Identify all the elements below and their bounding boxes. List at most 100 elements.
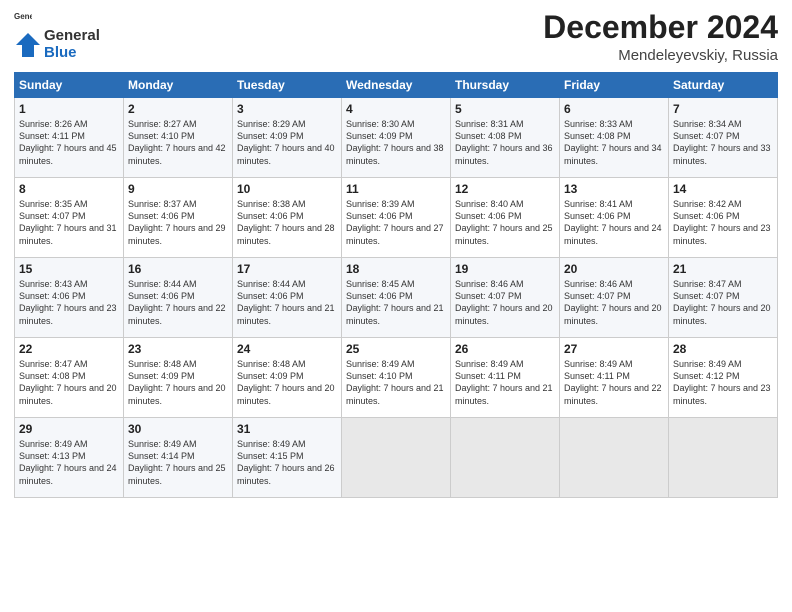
cell-info: Sunrise: 8:41 AMSunset: 4:06 PMDaylight:… [564, 199, 662, 245]
header-row: Sunday Monday Tuesday Wednesday Thursday… [15, 73, 778, 98]
logo-icon: General [14, 10, 32, 28]
cell-info: Sunrise: 8:40 AMSunset: 4:06 PMDaylight:… [455, 199, 553, 245]
day-number: 17 [237, 262, 337, 276]
day-number: 11 [346, 182, 446, 196]
day-number: 7 [673, 102, 773, 116]
cell-info: Sunrise: 8:49 AMSunset: 4:11 PMDaylight:… [564, 359, 662, 405]
table-cell [451, 418, 560, 498]
table-cell: 16 Sunrise: 8:44 AMSunset: 4:06 PMDaylig… [124, 258, 233, 338]
col-monday: Monday [124, 73, 233, 98]
table-cell: 15 Sunrise: 8:43 AMSunset: 4:06 PMDaylig… [15, 258, 124, 338]
general-blue-logo-icon [14, 31, 42, 59]
day-number: 15 [19, 262, 119, 276]
day-number: 3 [237, 102, 337, 116]
cell-info: Sunrise: 8:48 AMSunset: 4:09 PMDaylight:… [237, 359, 335, 405]
table-cell: 28 Sunrise: 8:49 AMSunset: 4:12 PMDaylig… [669, 338, 778, 418]
cell-info: Sunrise: 8:45 AMSunset: 4:06 PMDaylight:… [346, 279, 444, 325]
table-cell: 25 Sunrise: 8:49 AMSunset: 4:10 PMDaylig… [342, 338, 451, 418]
table-cell: 30 Sunrise: 8:49 AMSunset: 4:14 PMDaylig… [124, 418, 233, 498]
col-thursday: Thursday [451, 73, 560, 98]
day-number: 8 [19, 182, 119, 196]
table-cell: 7 Sunrise: 8:34 AMSunset: 4:07 PMDayligh… [669, 98, 778, 178]
table-cell: 27 Sunrise: 8:49 AMSunset: 4:11 PMDaylig… [560, 338, 669, 418]
day-number: 24 [237, 342, 337, 356]
table-cell: 9 Sunrise: 8:37 AMSunset: 4:06 PMDayligh… [124, 178, 233, 258]
day-number: 6 [564, 102, 664, 116]
calendar-week-row: 22 Sunrise: 8:47 AMSunset: 4:08 PMDaylig… [15, 338, 778, 418]
day-number: 10 [237, 182, 337, 196]
logo: General General Blue [14, 10, 100, 61]
day-number: 14 [673, 182, 773, 196]
day-number: 19 [455, 262, 555, 276]
cell-info: Sunrise: 8:44 AMSunset: 4:06 PMDaylight:… [237, 279, 335, 325]
cell-info: Sunrise: 8:46 AMSunset: 4:07 PMDaylight:… [564, 279, 662, 325]
cell-info: Sunrise: 8:33 AMSunset: 4:08 PMDaylight:… [564, 119, 662, 165]
cell-info: Sunrise: 8:35 AMSunset: 4:07 PMDaylight:… [19, 199, 117, 245]
day-number: 20 [564, 262, 664, 276]
cell-info: Sunrise: 8:38 AMSunset: 4:06 PMDaylight:… [237, 199, 335, 245]
cell-info: Sunrise: 8:48 AMSunset: 4:09 PMDaylight:… [128, 359, 226, 405]
cell-info: Sunrise: 8:44 AMSunset: 4:06 PMDaylight:… [128, 279, 226, 325]
day-number: 1 [19, 102, 119, 116]
table-cell: 14 Sunrise: 8:42 AMSunset: 4:06 PMDaylig… [669, 178, 778, 258]
table-cell: 18 Sunrise: 8:45 AMSunset: 4:06 PMDaylig… [342, 258, 451, 338]
table-cell: 26 Sunrise: 8:49 AMSunset: 4:11 PMDaylig… [451, 338, 560, 418]
cell-info: Sunrise: 8:26 AMSunset: 4:11 PMDaylight:… [19, 119, 117, 165]
table-cell: 4 Sunrise: 8:30 AMSunset: 4:09 PMDayligh… [342, 98, 451, 178]
day-number: 28 [673, 342, 773, 356]
day-number: 9 [128, 182, 228, 196]
cell-info: Sunrise: 8:49 AMSunset: 4:10 PMDaylight:… [346, 359, 444, 405]
calendar-week-row: 8 Sunrise: 8:35 AMSunset: 4:07 PMDayligh… [15, 178, 778, 258]
table-cell: 11 Sunrise: 8:39 AMSunset: 4:06 PMDaylig… [342, 178, 451, 258]
day-number: 29 [19, 422, 119, 436]
month-title: December 2024 [543, 10, 778, 45]
cell-info: Sunrise: 8:47 AMSunset: 4:08 PMDaylight:… [19, 359, 117, 405]
day-number: 26 [455, 342, 555, 356]
day-number: 30 [128, 422, 228, 436]
day-number: 2 [128, 102, 228, 116]
cell-info: Sunrise: 8:39 AMSunset: 4:06 PMDaylight:… [346, 199, 444, 245]
location: Mendeleyevskiy, Russia [543, 47, 778, 64]
cell-info: Sunrise: 8:49 AMSunset: 4:14 PMDaylight:… [128, 439, 226, 485]
day-number: 31 [237, 422, 337, 436]
table-cell: 24 Sunrise: 8:48 AMSunset: 4:09 PMDaylig… [233, 338, 342, 418]
col-saturday: Saturday [669, 73, 778, 98]
day-number: 21 [673, 262, 773, 276]
title-block: December 2024 Mendeleyevskiy, Russia [543, 10, 778, 64]
calendar-week-row: 1 Sunrise: 8:26 AMSunset: 4:11 PMDayligh… [15, 98, 778, 178]
day-number: 16 [128, 262, 228, 276]
calendar-week-row: 29 Sunrise: 8:49 AMSunset: 4:13 PMDaylig… [15, 418, 778, 498]
calendar-week-row: 15 Sunrise: 8:43 AMSunset: 4:06 PMDaylig… [15, 258, 778, 338]
cell-info: Sunrise: 8:27 AMSunset: 4:10 PMDaylight:… [128, 119, 226, 165]
cell-info: Sunrise: 8:30 AMSunset: 4:09 PMDaylight:… [346, 119, 444, 165]
cell-info: Sunrise: 8:34 AMSunset: 4:07 PMDaylight:… [673, 119, 771, 165]
table-cell: 6 Sunrise: 8:33 AMSunset: 4:08 PMDayligh… [560, 98, 669, 178]
table-cell: 3 Sunrise: 8:29 AMSunset: 4:09 PMDayligh… [233, 98, 342, 178]
cell-info: Sunrise: 8:46 AMSunset: 4:07 PMDaylight:… [455, 279, 553, 325]
day-number: 27 [564, 342, 664, 356]
calendar-table: Sunday Monday Tuesday Wednesday Thursday… [14, 72, 778, 498]
table-cell: 13 Sunrise: 8:41 AMSunset: 4:06 PMDaylig… [560, 178, 669, 258]
cell-info: Sunrise: 8:49 AMSunset: 4:15 PMDaylight:… [237, 439, 335, 485]
table-cell [342, 418, 451, 498]
cell-info: Sunrise: 8:43 AMSunset: 4:06 PMDaylight:… [19, 279, 117, 325]
table-cell: 17 Sunrise: 8:44 AMSunset: 4:06 PMDaylig… [233, 258, 342, 338]
table-cell: 23 Sunrise: 8:48 AMSunset: 4:09 PMDaylig… [124, 338, 233, 418]
col-friday: Friday [560, 73, 669, 98]
day-number: 13 [564, 182, 664, 196]
table-cell: 5 Sunrise: 8:31 AMSunset: 4:08 PMDayligh… [451, 98, 560, 178]
table-cell: 8 Sunrise: 8:35 AMSunset: 4:07 PMDayligh… [15, 178, 124, 258]
table-cell [669, 418, 778, 498]
table-cell: 20 Sunrise: 8:46 AMSunset: 4:07 PMDaylig… [560, 258, 669, 338]
table-cell: 22 Sunrise: 8:47 AMSunset: 4:08 PMDaylig… [15, 338, 124, 418]
col-tuesday: Tuesday [233, 73, 342, 98]
col-sunday: Sunday [15, 73, 124, 98]
day-number: 4 [346, 102, 446, 116]
cell-info: Sunrise: 8:37 AMSunset: 4:06 PMDaylight:… [128, 199, 226, 245]
cell-info: Sunrise: 8:49 AMSunset: 4:12 PMDaylight:… [673, 359, 771, 405]
logo-general-text: General [44, 28, 100, 45]
table-cell: 10 Sunrise: 8:38 AMSunset: 4:06 PMDaylig… [233, 178, 342, 258]
day-number: 18 [346, 262, 446, 276]
cell-info: Sunrise: 8:47 AMSunset: 4:07 PMDaylight:… [673, 279, 771, 325]
table-cell: 12 Sunrise: 8:40 AMSunset: 4:06 PMDaylig… [451, 178, 560, 258]
